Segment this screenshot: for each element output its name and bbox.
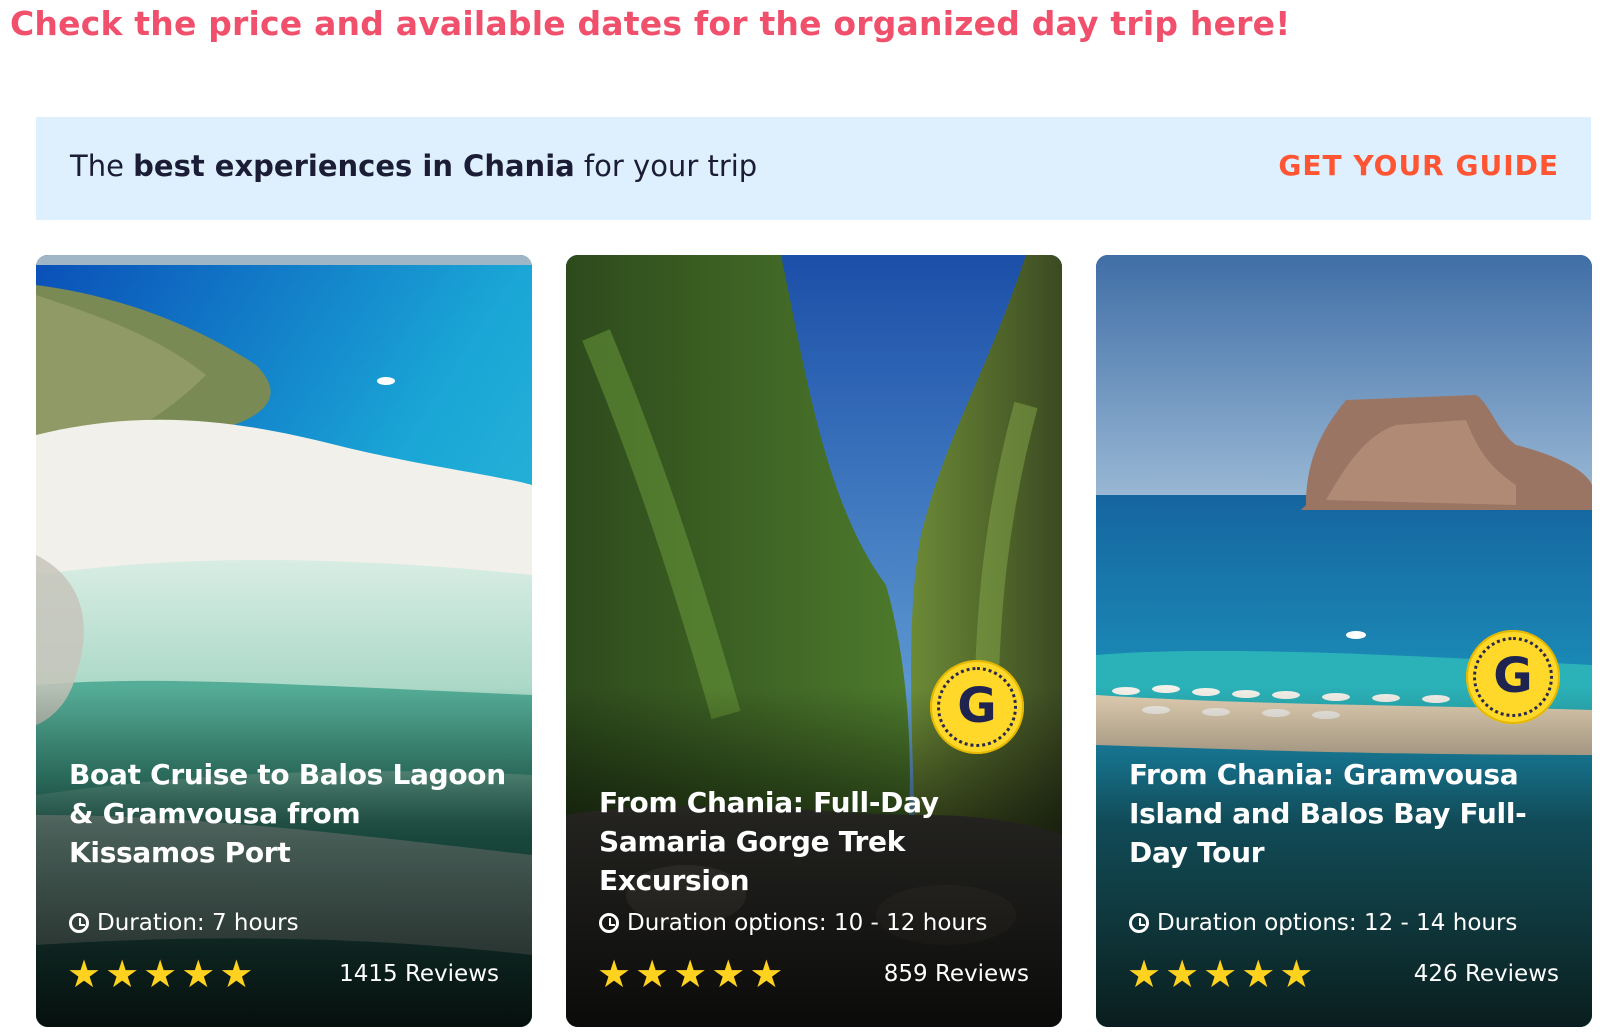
card-title[interactable]: From Chania: Gramvousa Island and Balos …: [1129, 755, 1569, 872]
star-icon: ★: [1127, 952, 1162, 996]
clock-icon: [599, 913, 619, 933]
getyourguide-original-badge: G: [930, 660, 1024, 754]
card-duration: Duration options: 10 - 12 hours: [599, 910, 987, 936]
star-rating: ★ ★ ★ ★ ★: [67, 955, 253, 993]
clock-icon: [69, 913, 89, 933]
star-icon: ★: [143, 952, 178, 996]
star-icon: ★: [1241, 952, 1276, 996]
card-title[interactable]: Boat Cruise to Balos Lagoon & Gramvousa …: [69, 755, 509, 872]
star-icon: ★: [635, 952, 670, 996]
tour-card-balos-boat-cruise[interactable]: Boat Cruise to Balos Lagoon & Gramvousa …: [36, 255, 532, 1027]
review-count: 426 Reviews: [1413, 961, 1559, 987]
star-icon: ★: [1165, 952, 1200, 996]
star-icon: ★: [673, 952, 708, 996]
star-icon: ★: [597, 952, 632, 996]
banner-prefix: The: [70, 149, 134, 183]
headline-link[interactable]: Check the price and available dates for …: [10, 4, 1290, 43]
badge-letter: G: [1493, 648, 1533, 704]
star-icon: ★: [1203, 952, 1238, 996]
banner-suffix: for your trip: [574, 149, 758, 183]
star-icon: ★: [711, 952, 746, 996]
star-icon: ★: [749, 952, 784, 996]
getyourguide-logo[interactable]: GET YOUR GUIDE: [1278, 149, 1559, 182]
badge-letter: G: [957, 678, 997, 734]
review-count: 1415 Reviews: [339, 961, 499, 987]
star-icon: ★: [181, 952, 216, 996]
review-count: 859 Reviews: [883, 961, 1029, 987]
getyourguide-original-badge: G: [1466, 630, 1560, 724]
star-icon: ★: [105, 952, 140, 996]
tour-card-samaria-gorge[interactable]: G From Chania: Full-Day Samaria Gorge Tr…: [566, 255, 1062, 1027]
tour-card-gramvousa-balos[interactable]: G From Chania: Gramvousa Island and Balo…: [1096, 255, 1592, 1027]
star-rating: ★ ★ ★ ★ ★: [1127, 955, 1313, 993]
getyourguide-banner[interactable]: The best experiences in Chania for your …: [36, 117, 1591, 220]
star-icon: ★: [1279, 952, 1314, 996]
clock-icon: [1129, 913, 1149, 933]
banner-tagline: The best experiences in Chania for your …: [70, 149, 757, 183]
duration-text: Duration options: 12 - 14 hours: [1157, 910, 1518, 936]
star-icon: ★: [67, 952, 102, 996]
card-duration: Duration: 7 hours: [69, 910, 299, 936]
card-title[interactable]: From Chania: Full-Day Samaria Gorge Trek…: [599, 783, 1039, 900]
card-duration: Duration options: 12 - 14 hours: [1129, 910, 1517, 936]
star-rating: ★ ★ ★ ★ ★: [597, 955, 783, 993]
star-icon: ★: [219, 952, 254, 996]
duration-text: Duration: 7 hours: [97, 910, 299, 936]
banner-highlight: best experiences in Chania: [133, 149, 575, 183]
duration-text: Duration options: 10 - 12 hours: [627, 910, 988, 936]
